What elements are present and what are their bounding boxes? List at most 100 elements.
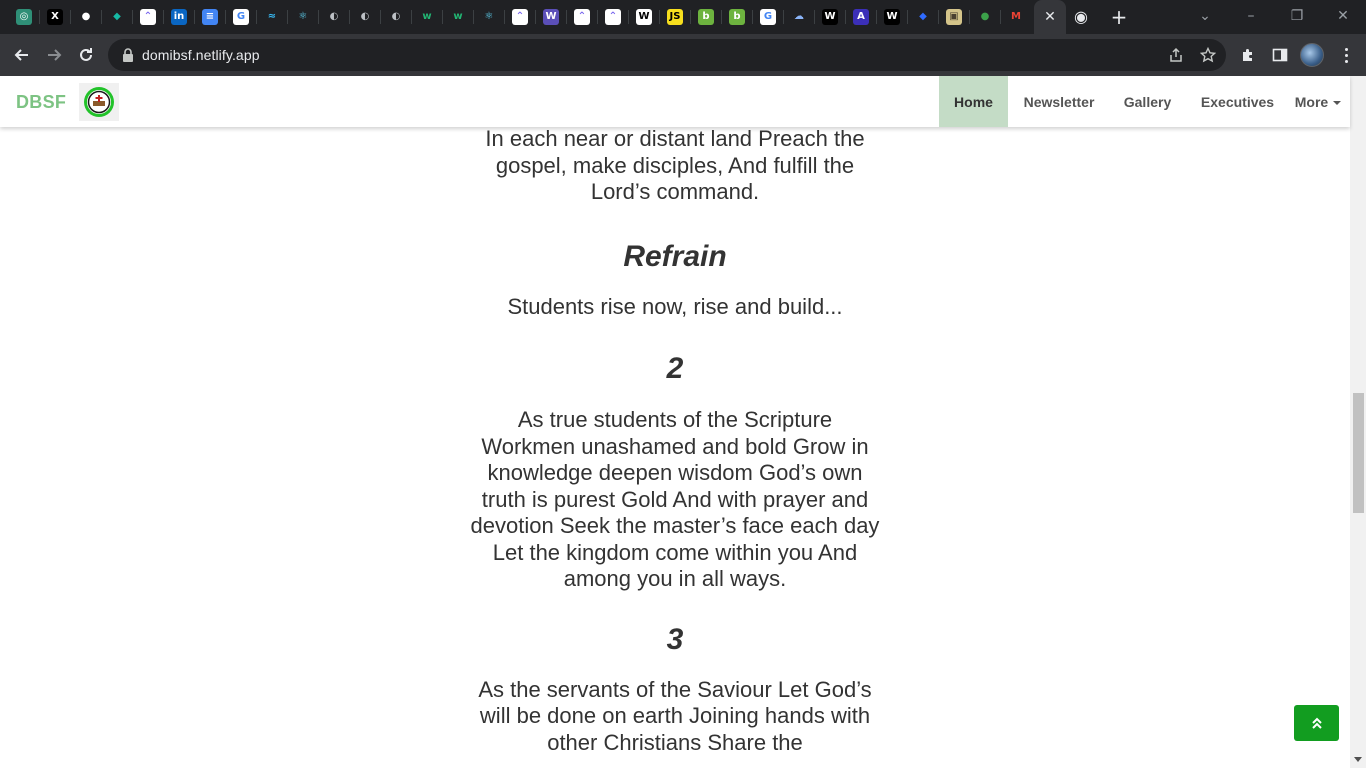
nav-home-label: Home — [954, 93, 993, 110]
double-chevron-up-icon — [1311, 717, 1322, 729]
browser-menu-icon[interactable] — [1336, 43, 1356, 67]
earth-icon[interactable]: ● — [974, 6, 996, 28]
tab-separator — [442, 10, 443, 24]
scrollbar-thumb[interactable] — [1353, 393, 1364, 513]
tab-separator — [132, 10, 133, 24]
tab-separator — [659, 10, 660, 24]
new-tab-button[interactable]: + — [1108, 5, 1130, 29]
verse-1-ending: In each near or distant land Preach the … — [485, 126, 865, 204]
react-icon[interactable]: ⚛ — [478, 6, 500, 28]
cloud-app-icon[interactable]: ☁ — [788, 6, 810, 28]
back-arrow-icon[interactable] — [8, 41, 36, 69]
verse-3-text: As the servants of the Saviour Let God’s… — [478, 676, 872, 755]
tailwind-icon[interactable]: ≈ — [261, 6, 283, 28]
tab-separator — [101, 10, 102, 24]
linkedin-icon[interactable]: in — [168, 6, 190, 28]
minimize-button[interactable]: – — [1231, 4, 1271, 28]
wwt-icon[interactable]: W — [819, 6, 841, 28]
verse-2-heading: 2 — [666, 352, 684, 385]
tab-separator — [70, 10, 71, 24]
reload-icon[interactable] — [72, 41, 100, 69]
web-page: DBSF Home Newsletter Gallery Executives … — [0, 76, 1366, 768]
clickup-icon[interactable]: ⌃ — [137, 6, 159, 28]
tab-separator — [349, 10, 350, 24]
anthem-content: In each near or distant land Preach the … — [470, 126, 880, 756]
tab-separator — [876, 10, 877, 24]
nav-gallery-label: Gallery — [1123, 93, 1172, 110]
gmail-icon[interactable]: M — [1005, 6, 1027, 28]
browser-toolbar: domibsf.netlify.app — [0, 34, 1366, 76]
google-docs-icon[interactable]: ≡ — [199, 6, 221, 28]
tab-separator — [907, 10, 908, 24]
wwt-icon[interactable]: W — [881, 6, 903, 28]
nav-executives-label: Executives — [1200, 93, 1275, 110]
nav-gallery[interactable]: Gallery — [1110, 76, 1185, 127]
nav-home[interactable]: Home — [939, 76, 1008, 127]
tab-separator — [256, 10, 257, 24]
close-window-button[interactable]: ✕ — [1323, 4, 1363, 28]
share-icon[interactable] — [1166, 45, 1186, 65]
w-app-icon[interactable]: w — [416, 6, 438, 28]
globe-icon[interactable]: ◐ — [323, 6, 345, 28]
address-bar[interactable]: domibsf.netlify.app — [108, 39, 1226, 71]
verse-2-text: As true students of the Scripture Workme… — [470, 407, 880, 591]
nav-newsletter[interactable]: Newsletter — [1010, 76, 1108, 127]
w3-validator-icon[interactable]: W — [540, 6, 562, 28]
a-app-icon[interactable]: A — [850, 6, 872, 28]
x-icon[interactable]: X — [44, 6, 66, 28]
tab-separator — [287, 10, 288, 24]
tab-separator — [504, 10, 505, 24]
javascript-icon[interactable]: JS — [664, 6, 686, 28]
site-navbar: DBSF Home Newsletter Gallery Executives … — [0, 76, 1350, 127]
page-scrollbar[interactable] — [1350, 76, 1366, 768]
tab-separator — [566, 10, 567, 24]
tab-separator — [752, 10, 753, 24]
tab-separator — [1000, 10, 1001, 24]
photo-app-icon[interactable]: ▣ — [943, 6, 965, 28]
verse-3-heading: 3 — [666, 622, 684, 656]
side-panel-icon[interactable] — [1266, 41, 1294, 69]
chrome-icon[interactable]: ◉ — [1070, 6, 1092, 28]
nav-more-label: More — [1294, 93, 1329, 110]
tab-separator — [690, 10, 691, 24]
b-app-icon[interactable]: b — [695, 6, 717, 28]
nav-executives[interactable]: Executives — [1190, 76, 1285, 127]
github-icon[interactable]: ● — [75, 6, 97, 28]
tab-strip: ✕ ◉ + ⌄ – ❐ ✕ ◎ X ● ◆ ⌃ in ≡ G ≈ ⚛ ◐ ◐ ◐ w w ⚛ ⌃ W ⌃ ⌃ W JS b b… — [0, 0, 1366, 34]
caret-down-icon — [1333, 100, 1342, 105]
tab-separator — [194, 10, 195, 24]
site-brand[interactable]: DBSF — [16, 92, 66, 113]
url-text[interactable]: domibsf.netlify.app — [142, 47, 260, 63]
scroll-down-arrow-icon[interactable] — [1354, 757, 1362, 762]
forward-arrow-icon[interactable] — [40, 41, 68, 69]
chatgpt-icon[interactable]: ◎ — [13, 6, 35, 28]
refrain-heading: Refrain — [623, 239, 727, 273]
bookmark-star-icon[interactable] — [1198, 45, 1218, 65]
lock-icon[interactable] — [120, 47, 136, 63]
google-icon[interactable]: G — [757, 6, 779, 28]
site-logo[interactable] — [79, 83, 119, 121]
extensions-puzzle-icon[interactable] — [1234, 41, 1262, 69]
profile-avatar[interactable] — [1300, 43, 1324, 67]
tab-separator — [938, 10, 939, 24]
close-tab-icon[interactable]: ✕ — [1040, 7, 1060, 27]
nav-more-dropdown[interactable]: More — [1288, 76, 1348, 127]
wikipedia-icon[interactable]: W — [633, 6, 655, 28]
diamond-blue-icon[interactable]: ◆ — [912, 6, 934, 28]
google-icon[interactable]: G — [230, 6, 252, 28]
globe-icon[interactable]: ◐ — [385, 6, 407, 28]
clickup-icon[interactable]: ⌃ — [509, 6, 531, 28]
restore-button[interactable]: ❐ — [1277, 4, 1317, 28]
b-app-icon[interactable]: b — [726, 6, 748, 28]
tab-search-button[interactable]: ⌄ — [1185, 4, 1225, 28]
clickup-icon[interactable]: ⌃ — [602, 6, 624, 28]
w-app-icon[interactable]: w — [447, 6, 469, 28]
tab-separator — [628, 10, 629, 24]
react-icon[interactable]: ⚛ — [292, 6, 314, 28]
globe-icon[interactable]: ◐ — [354, 6, 376, 28]
back-to-top-button[interactable] — [1294, 705, 1339, 741]
diamond-app-icon[interactable]: ◆ — [106, 6, 128, 28]
tab-separator — [473, 10, 474, 24]
nav-newsletter-label: Newsletter — [1023, 93, 1095, 110]
clickup-icon[interactable]: ⌃ — [571, 6, 593, 28]
